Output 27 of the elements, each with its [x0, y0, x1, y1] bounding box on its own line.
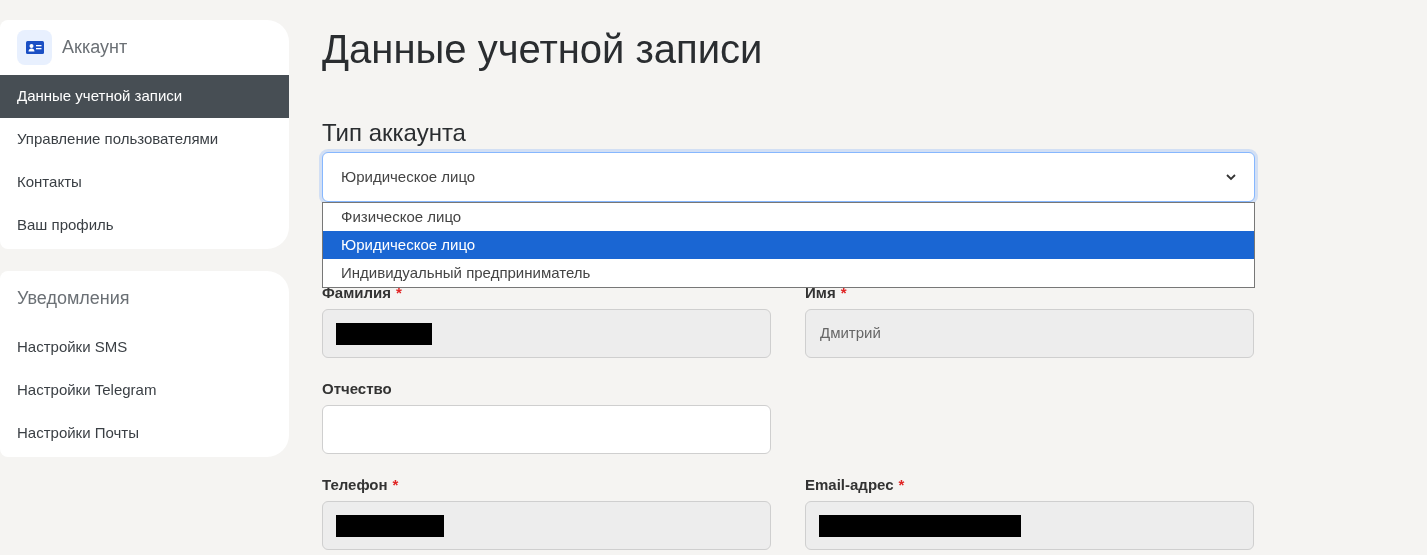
chevron-down-icon	[1226, 173, 1236, 181]
field-label: Отчество	[322, 380, 392, 398]
sidebar-item[interactable]: Ваш профиль	[0, 204, 289, 247]
field-label: Имя	[805, 284, 836, 302]
required-mark: *	[395, 284, 402, 302]
section-title: Аккаунт	[62, 36, 128, 59]
field-label: Фамилия	[322, 284, 391, 302]
required-mark: *	[898, 476, 905, 494]
field-label: Тип аккаунта	[322, 118, 467, 148]
input-field[interactable]	[322, 405, 771, 454]
dropdown-option[interactable]: Индивидуальный предприниматель	[323, 259, 1254, 287]
dropdown-option[interactable]: Юридическое лицо	[323, 231, 1254, 259]
dropdown-option[interactable]: Физическое лицо	[323, 203, 1254, 231]
sidebar-item[interactable]: Контакты	[0, 161, 289, 204]
sidebar-item[interactable]: Управление пользователями	[0, 118, 289, 161]
field-label: Email-адрес	[805, 476, 894, 494]
required-mark: *	[392, 476, 399, 494]
section-title: Уведомления	[17, 287, 130, 310]
id-card-icon	[17, 30, 52, 65]
field-label: Телефон	[322, 476, 388, 494]
sidebar-item[interactable]: Данные учетной записи	[0, 75, 289, 118]
page-title: Данные учетной записи	[322, 26, 764, 73]
required-mark: *	[840, 284, 847, 302]
sidebar-item[interactable]: Настройки SMS	[0, 326, 289, 369]
account-type-select[interactable]: Юридическое лицо	[322, 152, 1255, 202]
sidebar-item[interactable]: Настройки Почты	[0, 412, 289, 455]
sidebar-item[interactable]: Настройки Telegram	[0, 369, 289, 412]
